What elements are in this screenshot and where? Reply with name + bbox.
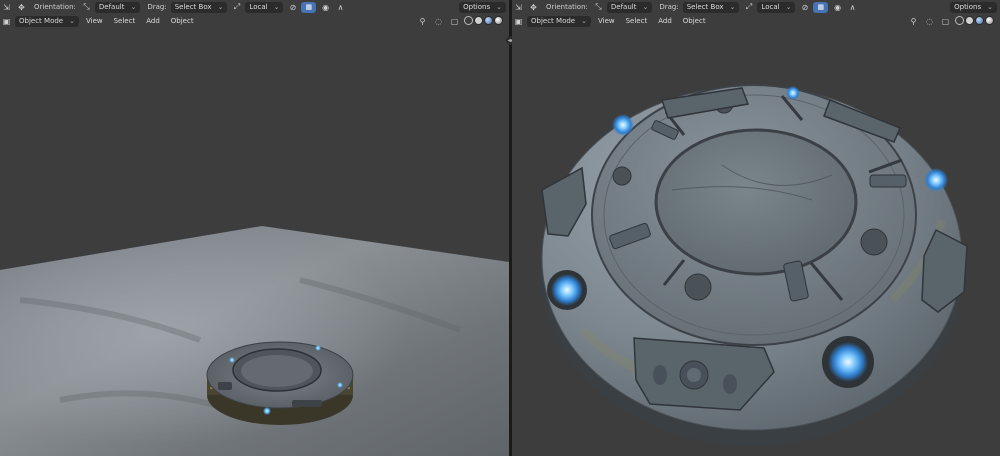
orientation-icon: ⤡ bbox=[83, 2, 90, 11]
menu-add[interactable]: Add bbox=[654, 16, 676, 27]
left-scene-render bbox=[0, 226, 509, 456]
solid-shading-icon[interactable] bbox=[474, 15, 483, 25]
orientation-label: Orientation: bbox=[34, 3, 76, 11]
snap-icon[interactable]: ⊘ bbox=[286, 2, 299, 13]
orientation-label: Orientation: bbox=[546, 3, 588, 11]
menu-header-left: ▣ Object Mode View Select Add Object ⚲ ◌… bbox=[0, 14, 509, 28]
gizmo-icon[interactable]: ⚲ bbox=[907, 16, 920, 27]
tool-header-left: ⇲ ✥ Orientation: ⤡ Default Drag: Select … bbox=[0, 0, 509, 14]
orientation-icon: ⤡ bbox=[595, 2, 602, 11]
right-scene-render bbox=[540, 84, 968, 446]
xray-icon[interactable]: ▢ bbox=[939, 16, 952, 27]
editor-type-icon[interactable]: ▣ bbox=[512, 16, 525, 27]
menu-view[interactable]: View bbox=[594, 16, 619, 27]
drag-label: Drag: bbox=[659, 3, 679, 11]
proportional-icon[interactable]: ◉ bbox=[319, 2, 332, 13]
menu-header-right: ▣ Object Mode View Select Add Object ⚲ ◌… bbox=[512, 14, 1000, 28]
menu-object[interactable]: Object bbox=[679, 16, 710, 27]
material-shading-icon[interactable] bbox=[484, 15, 493, 25]
overlay-icon[interactable]: ◌ bbox=[432, 16, 445, 27]
drag-dropdown[interactable]: Select Box bbox=[170, 1, 228, 13]
rendered-shading-icon[interactable] bbox=[985, 15, 994, 25]
menu-object[interactable]: Object bbox=[167, 16, 198, 27]
viewport-right[interactable]: ⇲ ✥ Orientation: ⤡ Default Drag: Select … bbox=[512, 0, 1000, 456]
pivot-icon: ⤢ bbox=[233, 2, 241, 11]
menu-select[interactable]: Select bbox=[110, 16, 140, 27]
menu-view[interactable]: View bbox=[82, 16, 107, 27]
options-dropdown[interactable]: Options bbox=[459, 1, 506, 13]
hatch-center-plate bbox=[654, 128, 858, 276]
material-shading-icon[interactable] bbox=[975, 15, 984, 25]
wireframe-shading-icon[interactable] bbox=[464, 15, 473, 25]
overlay-icon[interactable]: ◌ bbox=[923, 16, 936, 27]
mode-dropdown[interactable]: Object Mode bbox=[15, 15, 79, 27]
move-icon[interactable]: ✥ bbox=[15, 2, 28, 13]
hatch-object-small bbox=[206, 341, 354, 425]
rendered-shading-icon[interactable] bbox=[494, 15, 503, 25]
falloff-icon[interactable]: ∧ bbox=[334, 2, 347, 13]
transform-icon[interactable]: ⇲ bbox=[0, 2, 13, 13]
menu-select[interactable]: Select bbox=[622, 16, 652, 27]
solid-shading-icon[interactable] bbox=[965, 15, 974, 25]
transform-icon[interactable]: ⇲ bbox=[512, 2, 525, 13]
xray-icon[interactable]: ▢ bbox=[448, 16, 461, 27]
wireframe-shading-icon[interactable] bbox=[955, 15, 964, 25]
orientation-dropdown[interactable]: Default bbox=[94, 1, 141, 13]
tool-header-right: ⇲ ✥ Orientation: ⤡ Default Drag: Select … bbox=[512, 0, 1000, 14]
snap-toggle-icon[interactable]: ▦ bbox=[813, 1, 829, 13]
falloff-icon[interactable]: ∧ bbox=[846, 2, 859, 13]
mode-dropdown[interactable]: Object Mode bbox=[527, 15, 591, 27]
viewport-left[interactable]: ⇲ ✥ Orientation: ⤡ Default Drag: Select … bbox=[0, 0, 509, 456]
drag-label: Drag: bbox=[147, 3, 167, 11]
move-icon[interactable]: ✥ bbox=[527, 2, 540, 13]
pivot-dropdown[interactable]: Local bbox=[245, 1, 284, 13]
proportional-icon[interactable]: ◉ bbox=[831, 2, 844, 13]
editor-type-icon[interactable]: ▣ bbox=[0, 16, 13, 27]
options-dropdown[interactable]: Options bbox=[950, 1, 997, 13]
orientation-dropdown[interactable]: Default bbox=[606, 1, 653, 13]
menu-add[interactable]: Add bbox=[142, 16, 164, 27]
snap-toggle-icon[interactable]: ▦ bbox=[301, 1, 317, 13]
snap-icon[interactable]: ⊘ bbox=[798, 2, 811, 13]
gizmo-icon[interactable]: ⚲ bbox=[416, 16, 429, 27]
drag-dropdown[interactable]: Select Box bbox=[682, 1, 740, 13]
pivot-icon: ⤢ bbox=[745, 2, 753, 11]
pivot-dropdown[interactable]: Local bbox=[757, 1, 796, 13]
